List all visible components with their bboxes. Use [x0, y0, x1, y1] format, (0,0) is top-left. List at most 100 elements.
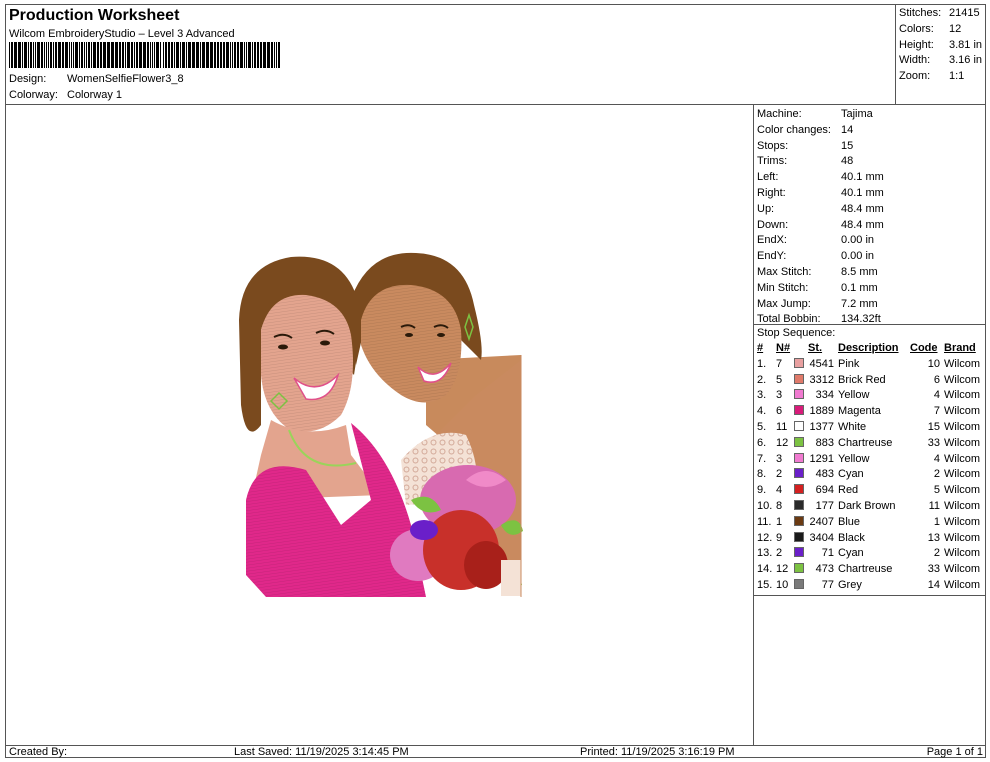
color-swatch — [794, 436, 804, 447]
stitch-count: 71 — [821, 547, 834, 560]
barcode-bar — [62, 42, 64, 68]
stop-row: 15. 10 77 Grey 14 Wilcom — [754, 578, 986, 594]
stop-row: 12. 9 3404 Black 13 Wilcom — [754, 531, 986, 547]
barcode-bar — [73, 42, 74, 68]
barcode-bar — [226, 42, 229, 68]
stop-row: 9. 4 694 Red 5 Wilcom — [754, 483, 986, 499]
summary-value: 12 — [949, 22, 962, 35]
colorway-row: Colorway: Colorway 1 — [9, 89, 122, 101]
stitch-count: 4541 — [809, 357, 834, 370]
barcode-bar — [9, 42, 10, 68]
machine-info-value: 48.4 mm — [841, 202, 884, 215]
stop-num: 11. — [757, 515, 772, 528]
stitch-count: 77 — [821, 578, 834, 591]
color-swatch-cell — [794, 404, 808, 420]
barcode-bar — [174, 42, 175, 68]
thread-brand: Wilcom — [944, 436, 981, 449]
thread-brand: Wilcom — [944, 484, 981, 497]
thread-brand: Wilcom — [944, 405, 981, 418]
barcode — [9, 42, 280, 68]
machine-info-label: Machine: — [757, 108, 802, 120]
color-swatch-cell — [794, 499, 808, 515]
machine-info-label: Right: — [757, 186, 786, 199]
barcode-bar — [274, 42, 275, 68]
barcode-bar — [180, 42, 181, 68]
summary-value: 1:1 — [949, 70, 965, 83]
barcode-bar — [234, 42, 236, 68]
needle-number: 8 — [776, 499, 783, 512]
barcode-bar — [217, 42, 219, 68]
barcode-bar — [271, 42, 273, 68]
color-swatch-cell — [794, 436, 808, 452]
machine-info-value: 40.1 mm — [841, 186, 884, 199]
color-swatch-cell — [794, 467, 808, 483]
machine-info-label: Stops: — [757, 139, 789, 152]
machine-info-row: Left: 40.1 mm — [754, 170, 986, 186]
barcode-bar — [69, 42, 70, 68]
machine-info-value: 0.00 in — [841, 250, 875, 263]
stop-row: 2. 5 3312 Brick Red 6 Wilcom — [754, 373, 986, 389]
color-swatch — [794, 547, 804, 558]
stop-num: 7. — [757, 452, 767, 465]
machine-info-value: 48 — [841, 155, 854, 168]
stop-num: 4. — [757, 405, 767, 418]
machine-info-value: 15 — [841, 139, 854, 152]
barcode-bar — [244, 42, 245, 68]
barcode-bar — [93, 42, 96, 68]
thread-code: 5 — [933, 484, 940, 497]
barcode-bar — [37, 42, 40, 68]
barcode-bar — [252, 42, 253, 68]
color-swatch — [794, 468, 804, 479]
machine-info-row: Max Stitch: 8.5 mm — [754, 265, 986, 281]
barcode-bar — [223, 42, 225, 68]
summary-value: 3.81 in — [949, 38, 983, 51]
needle-number: 9 — [776, 531, 783, 544]
thread-description: Grey — [838, 578, 862, 591]
barcode-bar — [71, 42, 72, 68]
design-summary: Stitches: 21415 Colors: 12 Height: 3.81 in … — [895, 5, 986, 105]
thread-description: Blue — [838, 515, 861, 528]
barcode-bar — [65, 42, 68, 68]
printed-date: Printed: 11/19/2025 3:16:19 PM — [580, 746, 735, 758]
embroidery-design-preview — [239, 252, 523, 597]
barcode-bar — [75, 42, 78, 68]
thread-brand: Wilcom — [944, 515, 981, 528]
barcode-bar — [257, 42, 259, 68]
barcode-bar — [232, 42, 233, 68]
needle-number: 1 — [776, 515, 783, 528]
stop-row: 7. 3 1291 Yellow 4 Wilcom — [754, 452, 986, 468]
col-header-swatch — [794, 341, 808, 357]
machine-info-label: EndY: — [757, 250, 787, 263]
thread-description: Black — [838, 531, 865, 544]
stop-num: 5. — [757, 420, 767, 433]
col-header-code: Code — [910, 342, 938, 354]
barcode-bar — [122, 42, 124, 68]
needle-number: 3 — [776, 452, 783, 465]
machine-info-value: 0.00 in — [841, 234, 875, 247]
thread-code: 33 — [927, 436, 940, 449]
software-name: Wilcom EmbroideryStudio – Level 3 Advanc… — [9, 28, 235, 40]
needle-number: 12 — [776, 436, 789, 449]
col-header-stitches: St. — [808, 342, 823, 354]
stop-num: 9. — [757, 484, 767, 497]
barcode-bar — [100, 42, 102, 68]
thread-code: 11 — [928, 499, 940, 512]
stop-num: 6. — [757, 436, 767, 449]
stitch-count: 1291 — [809, 452, 834, 465]
barcode-bar — [143, 42, 146, 68]
color-swatch — [794, 420, 804, 431]
barcode-bar — [125, 42, 126, 68]
color-swatch — [794, 452, 804, 463]
machine-info-row: Min Stitch: 0.1 mm — [754, 281, 986, 297]
color-swatch-cell — [794, 562, 808, 578]
design-preview-area — [6, 105, 754, 745]
barcode-bar — [154, 42, 155, 68]
barcode-bar — [152, 42, 153, 68]
stop-row: 3. 3 334 Yellow 4 Wilcom — [754, 388, 986, 404]
needle-number: 5 — [776, 373, 783, 386]
barcode-bar — [33, 42, 34, 68]
worksheet-footer: Created By: Last Saved: 11/19/2025 3:14:… — [6, 745, 986, 758]
thread-code: 33 — [927, 563, 940, 576]
barcode-bar — [214, 42, 216, 68]
stop-sequence-header: # N# St. Description Code Brand — [754, 341, 986, 357]
